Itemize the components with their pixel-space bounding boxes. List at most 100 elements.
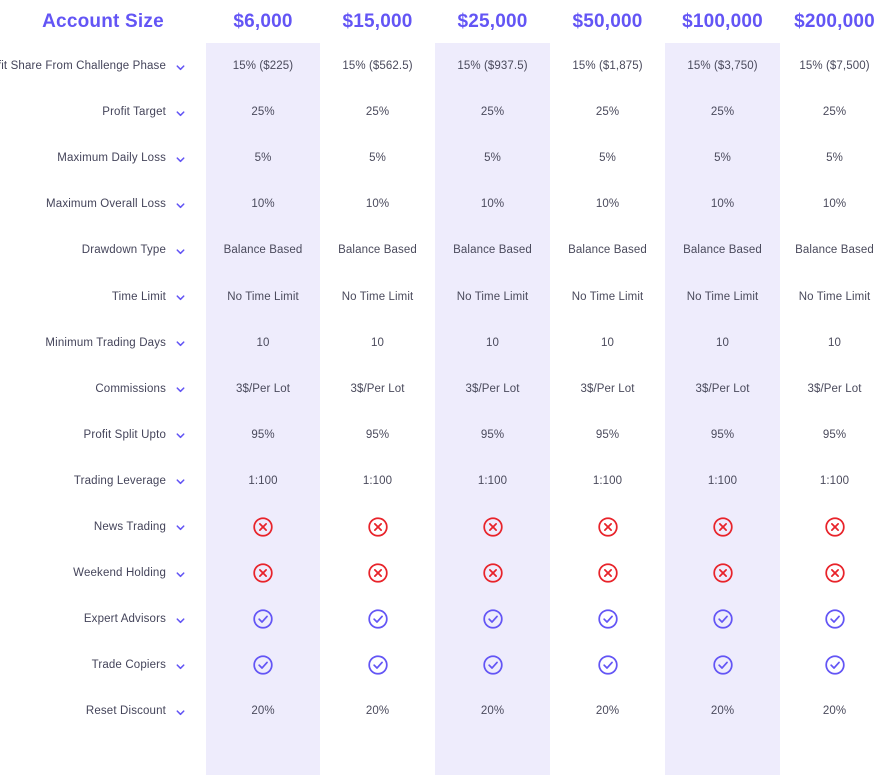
- cell-3-4: 10%: [710, 198, 735, 211]
- cell-9-5: 1:100: [819, 474, 850, 487]
- cell-5-4: No Time Limit: [686, 290, 759, 303]
- x-circle-icon: [367, 562, 389, 584]
- cell-4-0: Balance Based: [223, 244, 303, 257]
- row-label-11[interactable]: Weekend Holding: [0, 550, 206, 596]
- row-label-2[interactable]: Maximum Daily Loss: [0, 135, 206, 181]
- row-label-text: Profit Target: [102, 106, 166, 119]
- row-label-text: Drawdown Type: [81, 244, 166, 257]
- cell-12-4: [665, 596, 780, 642]
- row-label-6[interactable]: Minimum Trading Days: [0, 320, 206, 366]
- cell-11-5: [780, 550, 889, 596]
- check-circle-icon: [367, 608, 389, 630]
- cell-13-3: [550, 642, 665, 688]
- cell-5-3: No Time Limit: [571, 290, 644, 303]
- cell-13-5: [780, 642, 889, 688]
- row-label-3[interactable]: Maximum Overall Loss: [0, 181, 206, 227]
- cell-4-5: Balance Based: [795, 244, 874, 257]
- chevron-down-icon[interactable]: [175, 384, 186, 395]
- cell-5-5: No Time Limit: [798, 290, 871, 303]
- check-circle-icon: [824, 654, 846, 676]
- chevron-down-icon[interactable]: [175, 200, 186, 211]
- row-label-text: Time Limit: [111, 290, 166, 303]
- check-circle-icon: [824, 608, 846, 630]
- check-circle-icon: [252, 654, 274, 676]
- cell-1-0: 25%: [251, 106, 275, 119]
- page-title: Account Size: [42, 10, 164, 32]
- cell-13-1: [320, 642, 435, 688]
- row-label-4[interactable]: Drawdown Type: [0, 227, 206, 273]
- row-label-1[interactable]: Profit Target: [0, 89, 206, 135]
- chevron-down-icon[interactable]: [175, 154, 186, 165]
- x-circle-icon: [252, 516, 274, 538]
- check-circle-icon: [482, 654, 504, 676]
- check-circle-icon: [367, 654, 389, 676]
- row-label-7[interactable]: Commissions: [0, 366, 206, 412]
- cell-6-2: 10: [486, 336, 499, 349]
- column-header-0: $6,000: [233, 10, 293, 32]
- row-label-12[interactable]: Expert Advisors: [0, 596, 206, 642]
- cell-2-1: 5%: [369, 152, 386, 165]
- cell-3-3: 10%: [595, 198, 620, 211]
- cell-12-2: [435, 596, 550, 642]
- cell-10-0: [206, 504, 320, 550]
- column-header-2: $25,000: [457, 10, 528, 32]
- column-header-4: $100,000: [682, 10, 763, 32]
- cell-12-3: [550, 596, 665, 642]
- x-circle-icon: [824, 516, 846, 538]
- row-label-13[interactable]: Trade Copiers: [0, 642, 206, 688]
- chevron-down-icon[interactable]: [175, 569, 186, 580]
- row-label-text: News Trading: [93, 520, 166, 533]
- cell-14-1: 20%: [365, 705, 390, 718]
- chevron-down-icon[interactable]: [175, 108, 186, 119]
- chevron-down-icon[interactable]: [175, 430, 186, 441]
- cell-12-5: [780, 596, 889, 642]
- row-label-text: Trading Leverage: [73, 474, 166, 487]
- cell-9-1: 1:100: [362, 474, 393, 487]
- x-circle-icon: [712, 562, 734, 584]
- cell-13-4: [665, 642, 780, 688]
- cell-7-3: 3$/Per Lot: [580, 382, 635, 395]
- cell-0-0: 15% ($225): [232, 60, 294, 73]
- row-label-14[interactable]: Reset Discount: [0, 688, 206, 734]
- cell-9-2: 1:100: [477, 474, 508, 487]
- row-label-text: Commissions: [95, 382, 166, 395]
- chevron-down-icon[interactable]: [175, 338, 186, 349]
- row-label-10[interactable]: News Trading: [0, 504, 206, 550]
- x-circle-icon: [482, 516, 504, 538]
- cell-11-2: [435, 550, 550, 596]
- account-size-comparison-table: Account Size $6,000 $15,000 $25,000 $50,000 $…: [0, 0, 889, 778]
- row-label-text: Minimum Trading Days: [45, 336, 166, 349]
- chevron-down-icon[interactable]: [175, 522, 186, 533]
- cell-10-2: [435, 504, 550, 550]
- cell-3-1: 10%: [365, 198, 390, 211]
- check-circle-icon: [597, 654, 619, 676]
- row-label-8[interactable]: Profit Split Upto: [0, 412, 206, 458]
- chevron-down-icon[interactable]: [175, 707, 186, 718]
- cell-3-0: 10%: [251, 198, 275, 211]
- cell-7-1: 3$/Per Lot: [350, 382, 405, 395]
- x-circle-icon: [482, 562, 504, 584]
- cell-13-0: [206, 642, 320, 688]
- cell-9-4: 1:100: [707, 474, 738, 487]
- cell-11-0: [206, 550, 320, 596]
- cell-2-4: 5%: [714, 152, 731, 165]
- cell-9-0: 1:100: [248, 474, 278, 487]
- chevron-down-icon[interactable]: [175, 246, 186, 257]
- row-label-9[interactable]: Trading Leverage: [0, 458, 206, 504]
- row-label-text: Profit Split Upto: [83, 428, 166, 441]
- chevron-down-icon[interactable]: [175, 62, 186, 73]
- row-label-5[interactable]: Time Limit: [0, 273, 206, 319]
- cell-8-2: 95%: [480, 428, 505, 441]
- chevron-down-icon[interactable]: [175, 476, 186, 487]
- row-label-0[interactable]: Profit Share From Challenge Phase: [0, 43, 206, 89]
- cell-14-4: 20%: [710, 705, 735, 718]
- column-header-5: $200,000: [794, 10, 875, 32]
- chevron-down-icon[interactable]: [175, 661, 186, 672]
- chevron-down-icon[interactable]: [175, 292, 186, 303]
- check-circle-icon: [712, 608, 734, 630]
- cell-3-5: 10%: [822, 198, 847, 211]
- cell-14-3: 20%: [595, 705, 620, 718]
- cell-7-4: 3$/Per Lot: [695, 382, 750, 395]
- chevron-down-icon[interactable]: [175, 615, 186, 626]
- cell-3-2: 10%: [480, 198, 505, 211]
